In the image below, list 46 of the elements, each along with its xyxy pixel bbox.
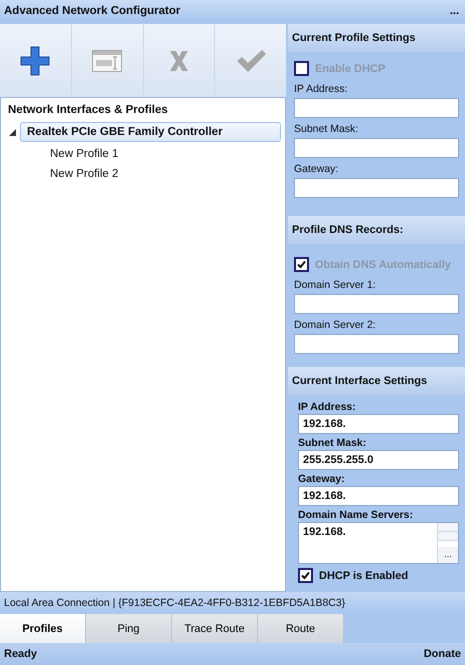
- status-text: Ready: [4, 648, 38, 660]
- checkbox-label: Obtain DNS Automatically: [315, 258, 451, 270]
- tab[interactable]: Route: [258, 614, 343, 643]
- input-field[interactable]: [294, 178, 459, 198]
- field-label: Domain Server 2:: [294, 319, 377, 331]
- section-header: Current Profile Settings: [288, 24, 465, 52]
- checkbox-label: DHCP is Enabled: [319, 570, 408, 582]
- tree-item[interactable]: Realtek PCIe GBE Family Controller: [20, 122, 281, 142]
- checkbox[interactable]: [298, 568, 313, 583]
- tree-item[interactable]: New Profile 2: [43, 164, 281, 184]
- input-field[interactable]: [294, 334, 459, 354]
- field-label: Subnet Mask:: [298, 437, 368, 449]
- window-title: Advanced Network Configurator: [4, 5, 180, 17]
- input-field[interactable]: 192.168.: [298, 486, 459, 506]
- expand-icon[interactable]: [9, 128, 16, 136]
- input-field[interactable]: [294, 98, 459, 118]
- checkmark-icon: [236, 48, 266, 72]
- menu-button[interactable]: ...: [450, 6, 459, 16]
- section-header: Current Interface Settings: [288, 367, 465, 395]
- tab[interactable]: Profiles: [0, 614, 85, 643]
- donate-link[interactable]: Donate: [424, 648, 461, 660]
- input-field[interactable]: 255.255.255.0: [298, 450, 459, 470]
- field-label: Domain Server 1:: [294, 279, 377, 291]
- tab[interactable]: Trace Route: [172, 614, 257, 643]
- tree-item[interactable]: New Profile 1: [43, 144, 281, 164]
- checkmark-icon: [297, 260, 306, 269]
- checkbox-label: Enable DHCP: [315, 62, 386, 74]
- checkmark-icon: [301, 571, 310, 580]
- field-label: IP Address:: [294, 83, 349, 95]
- dns-list-field[interactable]: 192.168. ...: [298, 522, 459, 564]
- input-field[interactable]: 192.168.: [298, 414, 459, 434]
- tab[interactable]: Ping: [86, 614, 171, 643]
- plus-icon: [20, 46, 50, 76]
- field-label: Subnet Mask:: [294, 123, 360, 135]
- section-header: Profile DNS Records:: [288, 216, 465, 244]
- input-field[interactable]: [294, 294, 459, 314]
- input-field[interactable]: [294, 138, 459, 158]
- field-label: IP Address:: [298, 401, 357, 413]
- field-label: Gateway:: [298, 473, 346, 485]
- text-field-icon: [92, 50, 122, 72]
- field-label: Gateway:: [294, 163, 340, 175]
- connection-info: Local Area Connection | {F913ECFC-4EA2-4FF0-B312-1EBFD5A1B8C3}: [4, 597, 346, 609]
- add-button[interactable]: [0, 24, 71, 97]
- field-label: Domain Name Servers:: [298, 509, 414, 521]
- browse-button[interactable]: ...: [438, 547, 458, 563]
- tree-title: Network Interfaces & Profiles: [7, 104, 169, 118]
